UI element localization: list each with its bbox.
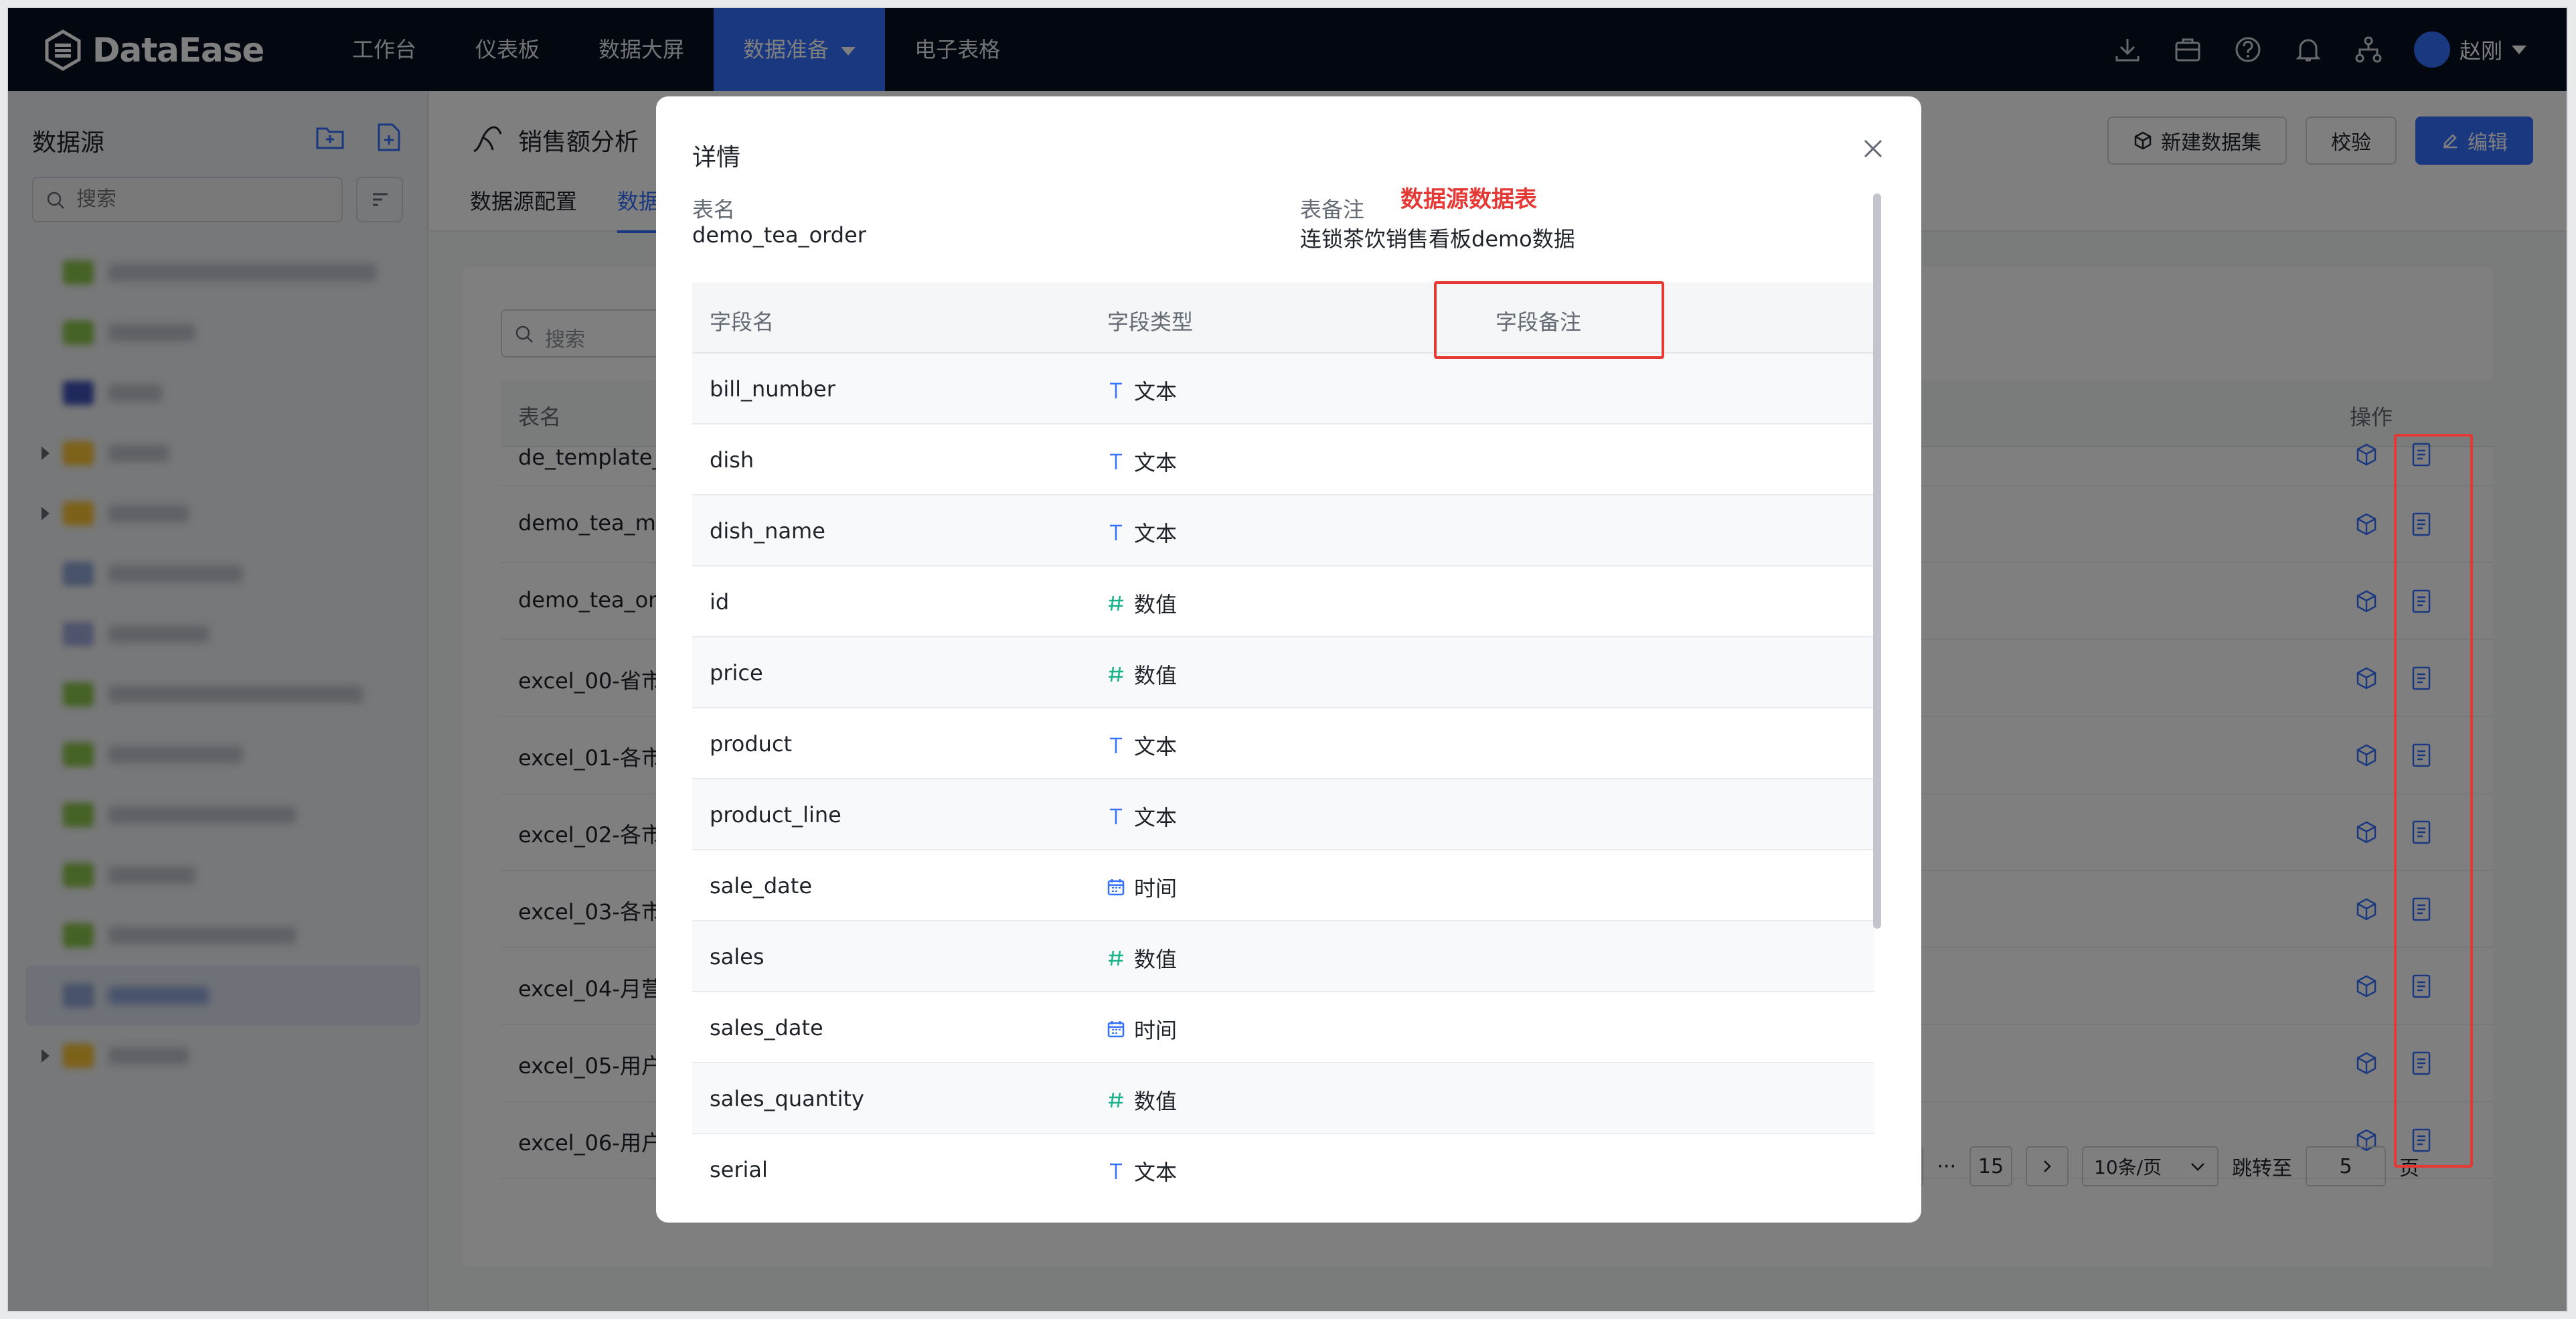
field-name: price [710,660,763,686]
field-type-label: 文本 [1134,379,1178,404]
field-type-label: 文本 [1134,450,1178,475]
field-type-label: 文本 [1134,521,1178,546]
field-type-label: 文本 [1134,1160,1178,1185]
field-type-label: 数值 [1134,1089,1178,1114]
field-row: id 数值 [692,566,1874,637]
field-type-label: 文本 [1134,734,1178,759]
field-row: sales 数值 [692,921,1874,992]
field-table: 字段名 字段类型 字段备注 bill_number 文本 dish 文本 dish_na… [692,283,1874,1193]
field-type-label: 时间 [1134,1018,1178,1043]
number-type-icon [1109,595,1123,611]
field-type: 数值 [1107,659,1177,690]
field-type: 文本 [1107,375,1177,406]
header-field-type: 字段类型 [1107,309,1194,335]
text-type-icon [1110,382,1122,398]
table-name-label: 表名 [692,197,736,222]
field-type: 文本 [1107,730,1177,761]
field-row: product_line 文本 [692,779,1874,850]
table-remark-label: 表备注 [1300,197,1365,222]
field-name: dish [710,447,754,473]
field-type-label: 数值 [1134,592,1178,617]
number-type-icon [1109,1092,1123,1108]
field-type-label: 时间 [1134,876,1178,901]
highlight-box-field-remark [1434,281,1664,359]
field-row: sales_date 时间 [692,992,1874,1063]
text-type-icon [1110,737,1122,753]
number-type-icon [1109,666,1123,682]
field-type: 时间 [1107,872,1177,903]
table-name-value: demo_tea_order [692,222,866,248]
field-type-label: 数值 [1134,663,1178,688]
text-type-icon [1110,524,1122,540]
detail-dialog: 详情 表名 demo_tea_order 表备注 连锁茶饮销售看板demo数据 … [656,96,1921,1223]
field-type: 数值 [1107,943,1177,974]
field-name: bill_number [710,376,835,402]
highlight-box-detail-column [2394,434,2473,1168]
dialog-scrollbar[interactable] [1873,193,1881,929]
field-type: 文本 [1107,801,1177,832]
number-type-icon [1109,950,1123,966]
dialog-title: 详情 [692,144,741,171]
annotation-text: 数据源数据表 [1400,186,1537,213]
field-row: bill_number 文本 [692,354,1874,424]
field-type-label: 文本 [1134,805,1178,830]
field-row: price 数值 [692,637,1874,708]
text-type-icon [1110,453,1122,469]
field-name: dish_name [710,518,825,544]
field-name: product_line [710,802,841,828]
field-type: 文本 [1107,517,1177,548]
field-name: sales [710,944,764,969]
close-icon[interactable] [1860,135,1886,162]
field-name: serial [710,1157,768,1182]
field-name: sale_date [710,873,813,899]
field-type: 文本 [1107,1156,1177,1186]
field-name: id [710,589,730,615]
field-row: sales_quantity 数值 [692,1063,1874,1134]
field-name: product [710,731,793,757]
table-remark-value: 连锁茶饮销售看板demo数据 [1300,226,1575,252]
field-type: 数值 [1107,588,1177,619]
field-type: 文本 [1107,446,1177,477]
field-type: 时间 [1107,1014,1177,1044]
field-row: serial 文本 [692,1134,1874,1193]
field-row: dish_name 文本 [692,495,1874,566]
field-type-label: 数值 [1134,947,1178,972]
field-row: sale_date 时间 [692,850,1874,921]
text-type-icon [1110,808,1122,824]
field-row: dish 文本 [692,424,1874,495]
calendar-icon [1107,1021,1125,1038]
field-name: sales_date [710,1015,823,1040]
field-name: sales_quantity [710,1086,864,1111]
header-field-name: 字段名 [710,309,775,335]
calendar-icon [1107,879,1125,896]
text-type-icon [1110,1163,1122,1179]
field-table-header: 字段名 字段类型 字段备注 [692,283,1874,354]
field-row: product 文本 [692,708,1874,779]
field-type: 数值 [1107,1085,1177,1115]
